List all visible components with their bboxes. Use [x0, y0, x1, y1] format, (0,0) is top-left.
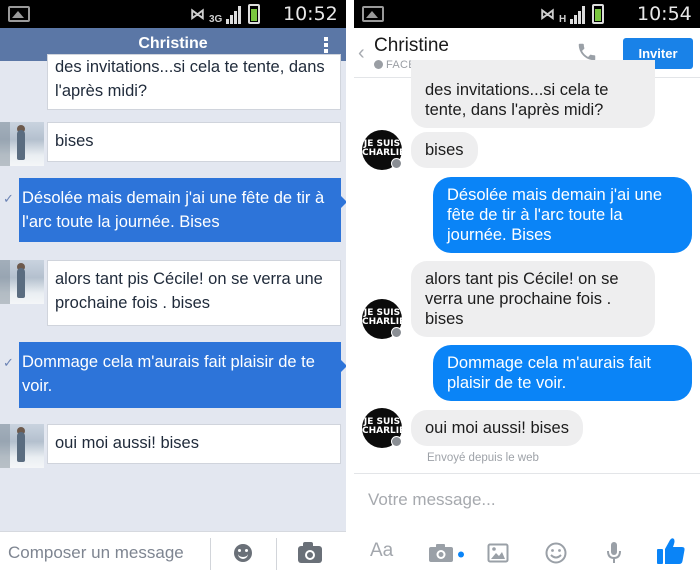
gallery-icon — [8, 6, 30, 22]
emoji-icon[interactable] — [234, 544, 252, 562]
right-screenshot: ⋈ H 10:54 ‹ Christine FACEBOOK · 42 MIN … — [354, 0, 700, 576]
composer-bar: Composer un message — [0, 531, 346, 576]
status-bar: ⋈ H 10:54 — [354, 0, 700, 28]
signal-icon — [226, 6, 244, 24]
composer-toolbar: Aa — [354, 530, 700, 574]
message-received: oui moi aussi! bises — [47, 424, 341, 464]
clock: 10:52 — [283, 3, 338, 25]
message-sent: Désolée mais demain j'ai une fête de tir… — [433, 177, 692, 253]
mute-icon: ⋈ — [540, 6, 555, 23]
battery-icon — [592, 4, 605, 24]
composer-bar: Votre message... Aa — [354, 473, 700, 576]
mute-icon: ⋈ — [190, 6, 205, 23]
contact-name: Christine — [374, 35, 449, 56]
left-screenshot: ⋈ 3G 10:52 Christine des invitations...s… — [0, 0, 346, 576]
microphone-icon[interactable] — [606, 541, 622, 565]
facebook-icon — [374, 60, 383, 69]
text-format-button[interactable]: Aa — [370, 540, 393, 562]
message-input[interactable]: Composer un message — [8, 543, 184, 563]
message-received: bises — [47, 122, 341, 162]
back-arrow-icon[interactable]: ‹ — [358, 42, 365, 65]
like-icon[interactable] — [656, 536, 686, 566]
signal-icon — [570, 6, 588, 24]
message-received: alors tant pis Cécile! on se verra une p… — [47, 260, 341, 326]
read-check-icon: ✓ — [3, 191, 14, 206]
camera-icon[interactable] — [298, 542, 322, 563]
battery-icon — [248, 4, 261, 24]
sent-via-label: Envoyé depuis le web — [427, 452, 539, 464]
gallery-icon — [362, 6, 384, 22]
message-received: des invitations...si cela te tente, dans… — [47, 54, 341, 110]
emoji-icon[interactable] — [545, 542, 567, 564]
image-icon[interactable] — [487, 543, 509, 563]
panel-gap — [346, 0, 354, 576]
divider — [276, 538, 277, 570]
network-type: 3G — [209, 14, 223, 25]
overflow-menu-icon[interactable] — [324, 37, 328, 53]
contact-avatar[interactable] — [0, 424, 44, 468]
read-check-icon: ✓ — [3, 355, 14, 370]
network-type: H — [559, 14, 567, 25]
message-input[interactable]: Votre message... — [368, 490, 496, 510]
message-received: des invitations...si cela te tente, dans… — [411, 60, 655, 128]
contact-avatar[interactable]: JE SUIS CHARLIE — [362, 130, 405, 170]
contact-avatar[interactable]: JE SUIS CHARLIE — [362, 299, 405, 339]
camera-icon[interactable] — [428, 543, 464, 563]
status-bar: ⋈ 3G 10:52 — [0, 0, 346, 28]
status-icons: ⋈ 3G — [190, 4, 261, 25]
contact-avatar[interactable] — [0, 260, 44, 304]
clock: 10:54 — [637, 3, 692, 25]
message-received: alors tant pis Cécile! on se verra une p… — [411, 261, 655, 337]
contact-avatar[interactable]: JE SUIS CHARLIE — [362, 408, 405, 448]
contact-avatar[interactable] — [0, 122, 44, 166]
message-sent: Dommage cela m'aurais fait plaisir de te… — [433, 345, 692, 401]
divider — [210, 538, 211, 570]
message-sent: Désolée mais demain j'ai une fête de tir… — [19, 178, 346, 242]
message-received: bises — [411, 132, 478, 168]
contact-name: Christine — [138, 35, 208, 52]
message-received: oui moi aussi! bises — [411, 410, 583, 446]
status-icons: ⋈ H — [540, 4, 605, 25]
message-sent: Dommage cela m'aurais fait plaisir de te… — [19, 342, 346, 408]
